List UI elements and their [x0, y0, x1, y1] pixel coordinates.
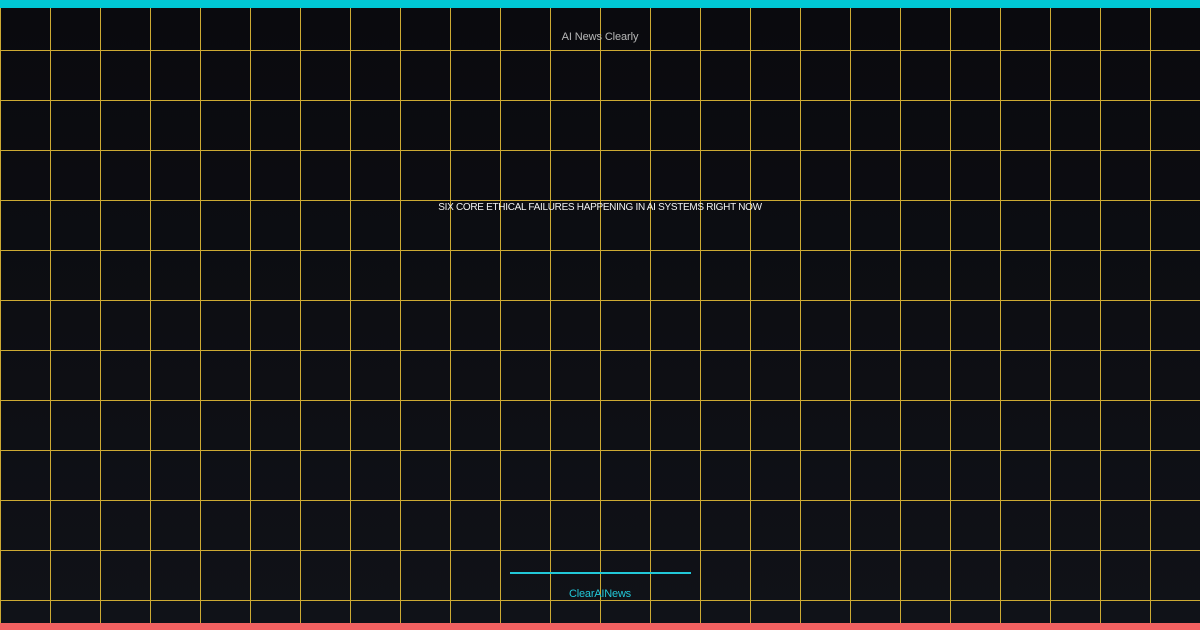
- page-headline: SIX CORE ETHICAL FAILURES HAPPENING IN A…: [438, 202, 762, 213]
- footer-accent-line: [510, 572, 691, 574]
- site-brand-header: AI News Clearly: [561, 31, 639, 43]
- top-accent-bar: [0, 0, 1200, 8]
- site-brand-footer: ClearAINews: [569, 588, 631, 600]
- background-grid: [0, 0, 1200, 630]
- bottom-accent-bar: [0, 623, 1200, 630]
